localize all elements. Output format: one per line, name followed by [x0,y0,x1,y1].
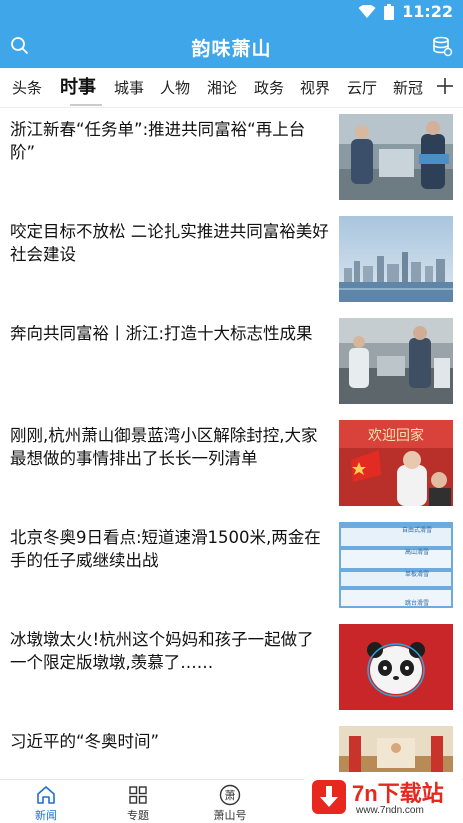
channel-vision[interactable]: 视界 [300,77,330,98]
news-item[interactable]: 咬定目标不放松 二论扎实推进共同富裕美好社会建设 [0,210,463,312]
database-icon[interactable] [431,35,453,57]
news-title: 习近平的“冬奥时间” [10,732,160,751]
news-title: 刚刚,杭州萧山御景蓝湾小区解除封控,大家最想做的事情排出了长长一列清单 [10,426,318,468]
news-item[interactable]: 浙江新春“任务单”:推进共同富裕“再上台阶” [0,108,463,210]
channel-bar: 头条 时事 城事 人物 湘论 政务 视界 云厅 新冠 [0,68,463,108]
news-item[interactable]: 冰墩墩太火!杭州这个妈妈和孩子一起做了一个限定版墩墩,羡慕了…… [0,618,463,720]
news-item[interactable]: 刚刚,杭州萧山御景蓝湾小区解除封控,大家最想做的事情排出了长长一列清单 欢迎回家 [0,414,463,516]
watermark-name: 7n下载站 [352,781,444,806]
news-thumbnail [339,216,453,302]
news-title: 北京冬奥9日看点:短道速滑1500米,两金在手的任子威继续出战 [10,528,321,570]
channel-current-affairs[interactable]: 时事 [60,73,96,99]
battery-icon [384,3,395,20]
thumb-event-label: 单板滑雪 [405,570,429,578]
status-bar: 11:22 [0,0,463,24]
news-item[interactable]: 奔向共同富裕丨浙江:打造十大标志性成果 [0,312,463,414]
channel-covid[interactable]: 新冠 [393,77,423,98]
news-item[interactable]: 北京冬奥9日看点:短道速滑1500米,两金在手的任子威继续出战 自由式滑雪 高山… [0,516,463,618]
seal-char: 萧 [225,789,236,802]
status-icons: 11:22 [358,2,453,21]
news-title: 咬定目标不放松 二论扎实推进共同富裕美好社会建设 [10,222,329,264]
channel-xiang-commentary[interactable]: 湘论 [207,77,237,98]
channel-cloud-hall[interactable]: 云厅 [347,77,377,98]
channel-government[interactable]: 政务 [254,77,284,98]
tab-news[interactable]: 新闻 [16,784,76,823]
tab-news-label: 新闻 [35,809,57,822]
site-watermark: 7n下载站 www.7ndn.com [304,772,462,823]
tab-xiaoshan-account-label: 萧山号 [213,809,247,822]
tab-topics-label: 专题 [127,809,149,822]
news-thumbnail [339,114,453,200]
seal-icon: 萧 [219,784,241,806]
download-logo-icon [312,780,346,814]
tab-xiaoshan-account[interactable]: 萧 萧山号 [200,784,260,823]
watermark-url: www.7ndn.com [356,805,424,816]
status-time: 11:22 [402,2,453,21]
tab-topics[interactable]: 专题 [108,784,168,823]
wifi-icon [358,4,376,18]
news-title: 浙江新春“任务单”:推进共同富裕“再上台阶” [10,120,306,162]
channel-city[interactable]: 城事 [114,77,144,98]
thumb-banner-text: 欢迎回家 [368,427,424,444]
news-thumbnail [339,318,453,404]
channel-headlines[interactable]: 头条 [12,77,42,98]
plus-icon[interactable] [433,74,457,98]
thumb-event-label: 跳台滑雪 [405,599,429,607]
grid-icon [129,786,147,804]
news-thumbnail [339,624,453,710]
app-title: 韵味萧山 [191,38,272,60]
news-title: 奔向共同富裕丨浙江:打造十大标志性成果 [10,324,313,343]
active-tab-indicator [70,104,102,106]
news-title: 冰墩墩太火!杭州这个妈妈和孩子一起做了一个限定版墩墩,羡慕了…… [10,630,314,672]
news-thumbnail: 自由式滑雪 高山滑雪 单板滑雪 跳台滑雪 [339,522,453,608]
channel-people[interactable]: 人物 [160,77,190,98]
app-header: 韵味萧山 [0,24,463,68]
thumb-event-label: 自由式滑雪 [402,526,432,534]
news-thumbnail: 欢迎回家 [339,420,453,506]
thumb-event-label: 高山滑雪 [405,548,429,556]
home-icon [37,786,55,804]
